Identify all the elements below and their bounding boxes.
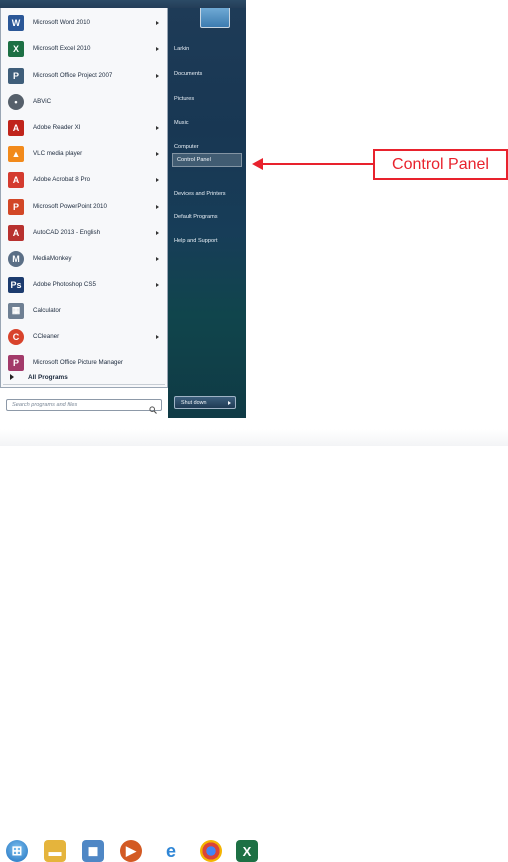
photoshop-icon: Ps [8, 276, 24, 293]
program-item-project[interactable]: P Microsoft Office Project 2007 [3, 65, 165, 86]
all-programs-label: All Programs [28, 373, 68, 381]
program-label: Microsoft Office Picture Manager [33, 359, 123, 366]
submenu-arrow-icon [156, 20, 159, 25]
program-item-calculator[interactable]: ▦ Calculator [3, 300, 165, 321]
acrobat-icon: A [8, 171, 24, 188]
media-player-icon[interactable]: ▶ [120, 840, 142, 862]
program-label: Microsoft PowerPoint 2010 [33, 203, 107, 210]
internet-explorer-icon[interactable]: e [160, 840, 182, 862]
program-label: VLC media player [33, 150, 83, 157]
submenu-arrow-icon [156, 334, 159, 339]
shutdown-arrow-icon [228, 400, 231, 405]
user-picture-icon [200, 8, 230, 28]
program-item-ccleaner[interactable]: C CCleaner [3, 326, 165, 347]
excel-icon: X [8, 40, 24, 57]
excel-taskbar-icon[interactable]: X [236, 840, 258, 862]
program-label: ABViC [33, 98, 52, 105]
program-item-vlc[interactable]: ▲ VLC media player [3, 143, 165, 164]
vlc-icon: ▲ [8, 145, 24, 162]
submenu-arrow-icon [156, 204, 159, 209]
program-label: MediaMonkey [33, 255, 72, 262]
program-item-excel[interactable]: X Microsoft Excel 2010 [3, 38, 165, 59]
right-item-devices-printers[interactable]: Devices and Printers [174, 191, 226, 197]
program-item-powerpoint[interactable]: P Microsoft PowerPoint 2010 [3, 196, 165, 217]
program-item-abvic[interactable]: • ABViC [3, 91, 165, 112]
right-item-control-panel[interactable]: Control Panel [172, 153, 242, 167]
mediamonkey-icon: M [8, 250, 24, 267]
right-item-default-programs[interactable]: Default Programs [174, 214, 218, 220]
callout-box: Control Panel [373, 149, 508, 180]
right-item-documents[interactable]: Documents [174, 71, 202, 77]
search-input[interactable]: Search programs and files [6, 399, 162, 414]
all-programs-button[interactable]: All Programs [2, 370, 164, 384]
control-panel-label: Control Panel [177, 157, 211, 163]
submenu-arrow-icon [156, 282, 159, 287]
submenu-arrow-icon [156, 125, 159, 130]
submenu-arrow-icon [156, 46, 159, 51]
ccleaner-icon: C [8, 328, 24, 345]
program-item-adobe-reader[interactable]: A Adobe Reader XI [3, 117, 165, 138]
adobe-reader-icon: A [8, 119, 24, 136]
submenu-arrow-icon [156, 256, 159, 261]
search-icon [149, 401, 157, 414]
program-label: Calculator [33, 307, 61, 314]
right-item-music[interactable]: Music [174, 120, 189, 126]
programs-list: W Microsoft Word 2010 X Microsoft Excel … [0, 8, 168, 388]
submenu-arrow-icon [156, 230, 159, 235]
right-item-computer[interactable]: Computer [174, 144, 199, 150]
program-label: Adobe Acrobat 8 Pro [33, 176, 91, 183]
program-item-word[interactable]: W Microsoft Word 2010 [3, 12, 165, 33]
calculator-icon: ▦ [8, 302, 24, 319]
callout-arrow-head-icon [252, 158, 263, 170]
program-label: Adobe Reader XI [33, 124, 81, 131]
file-explorer-icon[interactable]: ▬ [44, 840, 66, 862]
picture-manager-icon: P [8, 354, 24, 371]
powerpoint-icon: P [8, 198, 24, 215]
program-item-autocad[interactable]: A AutoCAD 2013 - English [3, 222, 165, 243]
program-item-acrobat[interactable]: A Adobe Acrobat 8 Pro [3, 169, 165, 190]
submenu-arrow-icon [156, 177, 159, 182]
project-icon: P [8, 67, 24, 84]
chrome-icon[interactable] [200, 840, 222, 862]
callout-arrow-line [262, 163, 373, 165]
program-label: Microsoft Excel 2010 [33, 45, 91, 52]
submenu-arrow-icon [156, 151, 159, 156]
program-label: Adobe Photoshop CS5 [33, 281, 96, 288]
program-label: AutoCAD 2013 - English [33, 229, 101, 236]
expand-arrow-icon [10, 374, 14, 380]
right-item-user[interactable]: Larkin [174, 46, 189, 52]
program-label: CCleaner [33, 333, 60, 340]
submenu-arrow-icon [156, 73, 159, 78]
divider [3, 384, 165, 385]
program-item-photoshop[interactable]: Ps Adobe Photoshop CS5 [3, 274, 165, 295]
media-icon[interactable]: ◼ [82, 840, 104, 862]
word-icon: W [8, 14, 24, 31]
right-item-pictures[interactable]: Pictures [174, 96, 194, 102]
program-label: Microsoft Word 2010 [33, 19, 90, 26]
shutdown-label: Shut down [181, 399, 207, 406]
start-menu: W Microsoft Word 2010 X Microsoft Excel … [0, 0, 246, 418]
callout-label: Control Panel [392, 155, 489, 173]
abvic-icon: • [8, 93, 24, 110]
taskbar: ⊞ ▬ ◼ ▶ e X [0, 418, 508, 862]
right-item-help-support[interactable]: Help and Support [174, 238, 218, 244]
search-placeholder: Search programs and files [12, 402, 78, 408]
start-orb-icon[interactable]: ⊞ [6, 840, 28, 862]
right-panel: Larkin Documents Pictures Music Computer… [168, 8, 246, 418]
shutdown-button[interactable]: Shut down [174, 396, 236, 409]
autocad-icon: A [8, 224, 24, 241]
program-item-mediamonkey[interactable]: M MediaMonkey [3, 248, 165, 269]
program-label: Microsoft Office Project 2007 [33, 72, 113, 79]
